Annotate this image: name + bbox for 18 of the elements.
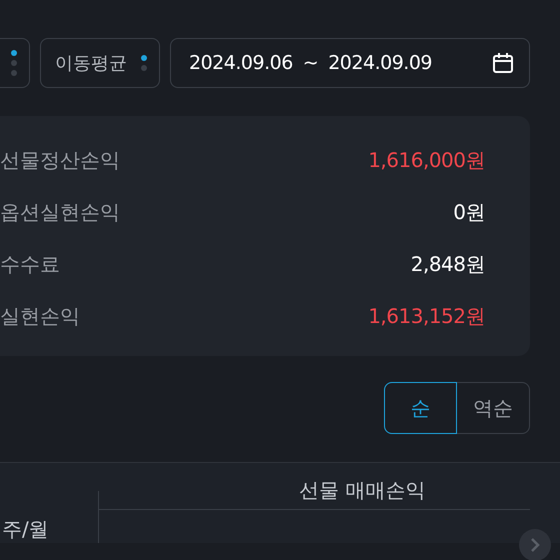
summary-label: 수수료 [0, 250, 60, 278]
dots-icon [11, 48, 17, 78]
summary-label: 선물정산손익 [0, 146, 120, 174]
summary-label: 옵션실현손익 [0, 198, 120, 226]
summary-value: 2,848원 [410, 250, 485, 278]
summary-label: 실현손익 [0, 302, 80, 330]
chevron-right-icon [530, 538, 540, 552]
dots-icon [141, 53, 147, 73]
sort-tab[interactable]: 역순 [457, 382, 530, 434]
summary-value: 1,613,152원 [368, 302, 485, 330]
column-header: 선물 매매손익 [299, 478, 426, 502]
summary-value: 0원 [453, 198, 485, 226]
calendar-icon [491, 51, 515, 75]
sort-tab[interactable]: 순 [384, 382, 457, 434]
summary-value: 1,616,000원 [368, 146, 485, 174]
date-range-field[interactable]: 2024.09.06 ~ 2024.09.09 [170, 38, 530, 88]
filter-select[interactable]: 이동평균 [40, 38, 160, 88]
column-header: 주/월 [2, 516, 49, 543]
